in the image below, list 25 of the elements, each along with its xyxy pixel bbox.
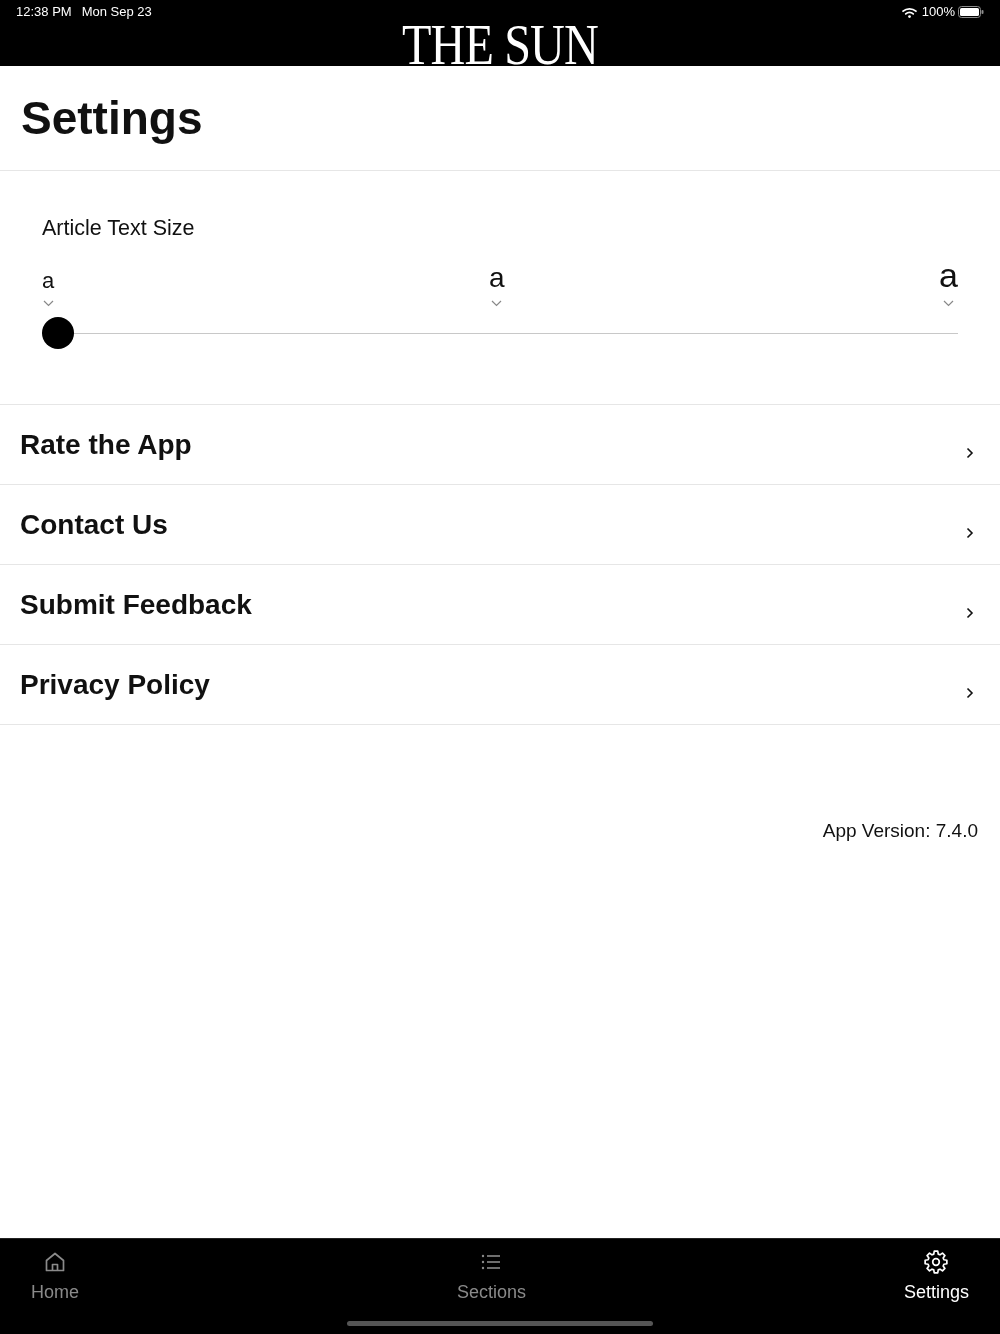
chevron-right-icon [966,606,974,619]
battery-icon [958,6,984,18]
home-icon [43,1250,67,1274]
chevron-right-icon [966,526,974,539]
page-title: Settings [0,66,1000,171]
tab-item[interactable]: Home [31,1250,79,1303]
status-date: Mon Sep 23 [81,3,152,22]
chevron-down-icon [42,300,54,307]
chevron-right-icon [966,686,974,699]
wifi-icon [901,6,917,18]
battery-percentage: 100% [921,3,955,22]
tab-item[interactable]: Settings [903,1250,969,1303]
logo: THE SUN [402,24,598,66]
chevron-down-icon [943,300,955,307]
size-sample-letter: a [42,270,55,292]
slider-thumb[interactable] [42,317,74,349]
tab-item[interactable]: Sections [456,1250,526,1303]
app-version: App Version: 7.4.0 [821,819,979,843]
size-sample-letter: a [939,258,958,292]
chevron-down-icon [491,300,503,307]
size-sample-letter: a [488,264,505,292]
status-time: 12:38 PM [16,3,72,22]
section-label: Article Text Size [42,215,196,241]
settings-icon [924,1250,949,1274]
chevron-right-icon [966,446,974,459]
